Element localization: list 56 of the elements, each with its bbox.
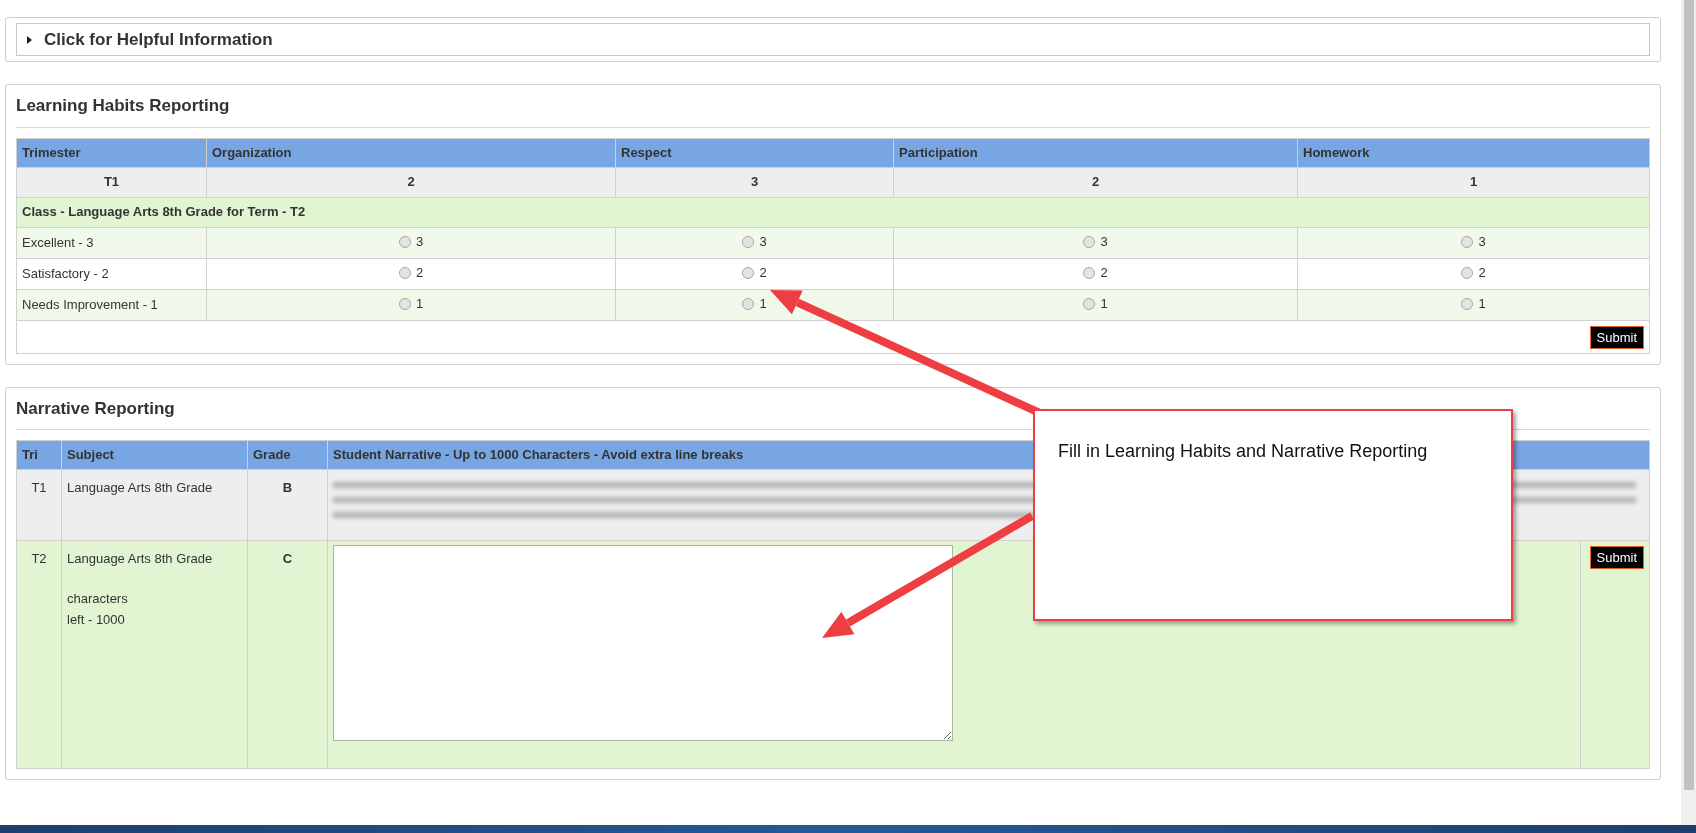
radio-button[interactable] — [742, 266, 755, 279]
option-label: 2 — [759, 263, 767, 282]
table-cell: B — [247, 469, 328, 541]
radio-button[interactable] — [398, 235, 411, 248]
row-label: Satisfactory - 2 — [16, 258, 207, 289]
table-cell: 3 — [615, 167, 894, 197]
row-label: Excellent - 3 — [16, 227, 207, 258]
table-cell: T2 — [16, 540, 62, 769]
table-cell: 1 — [1297, 167, 1650, 197]
radio-button[interactable] — [1083, 235, 1096, 248]
column-header: Trimester — [16, 138, 207, 167]
column-header: Participation — [893, 138, 1298, 167]
column-header: Subject — [61, 440, 248, 470]
table-cell: C — [247, 540, 328, 769]
radio-button[interactable] — [1083, 266, 1096, 279]
panel-title: Learning Habits Reporting — [16, 96, 230, 115]
table-cell: 2 — [206, 167, 616, 197]
radio-button[interactable] — [742, 297, 755, 310]
column-header: Organization — [206, 138, 616, 167]
radio-button[interactable] — [1083, 297, 1096, 310]
column-header: Tri — [16, 440, 62, 470]
submit-button[interactable]: Submit — [1589, 325, 1644, 349]
option-label: 3 — [759, 232, 767, 251]
counter-label: characters — [67, 589, 129, 608]
table-cell: Language Arts 8th Grade — [61, 469, 248, 541]
option-label: 3 — [415, 232, 424, 251]
option-label: 3 — [1478, 232, 1486, 251]
radio-button[interactable] — [742, 235, 755, 248]
panel-title: Narrative Reporting — [16, 398, 175, 418]
characters-left: left - 1000 — [67, 611, 126, 629]
option-label: 3 — [1100, 232, 1108, 251]
column-header: Grade — [247, 440, 328, 470]
helpful-info-toggle[interactable]: Click for Helpful Information — [16, 23, 1650, 56]
class-row: Class - Language Arts 8th Grade for Term - T2 — [16, 197, 1650, 227]
table-cell: T1 — [16, 469, 62, 541]
option-label: 2 — [1100, 263, 1108, 282]
option-label: 2 — [1478, 263, 1486, 282]
option-label: 1 — [1100, 294, 1108, 313]
table-cell: 2 — [893, 167, 1298, 197]
radio-button[interactable] — [398, 266, 411, 279]
radio-button[interactable] — [1461, 297, 1474, 310]
option-label: 1 — [759, 294, 767, 313]
row-label: Needs Improvement - 1 — [16, 289, 207, 320]
submit-button[interactable]: Submit — [1589, 546, 1644, 569]
radio-button[interactable] — [1461, 266, 1474, 279]
narrative-field[interactable] — [333, 545, 953, 741]
callout-text: Fill in Learning Habits and Narrative Reporting — [1058, 441, 1428, 461]
radio-button[interactable] — [398, 297, 411, 310]
option-label: 1 — [415, 294, 424, 313]
subject-text: Language Arts 8th Grade — [67, 550, 214, 568]
option-label: 1 — [1478, 294, 1486, 313]
radio-button[interactable] — [1461, 235, 1474, 248]
column-header: Respect — [615, 138, 894, 167]
table-cell: T1 — [16, 167, 207, 197]
column-header: Homework — [1297, 138, 1650, 167]
option-label: 2 — [415, 263, 424, 282]
